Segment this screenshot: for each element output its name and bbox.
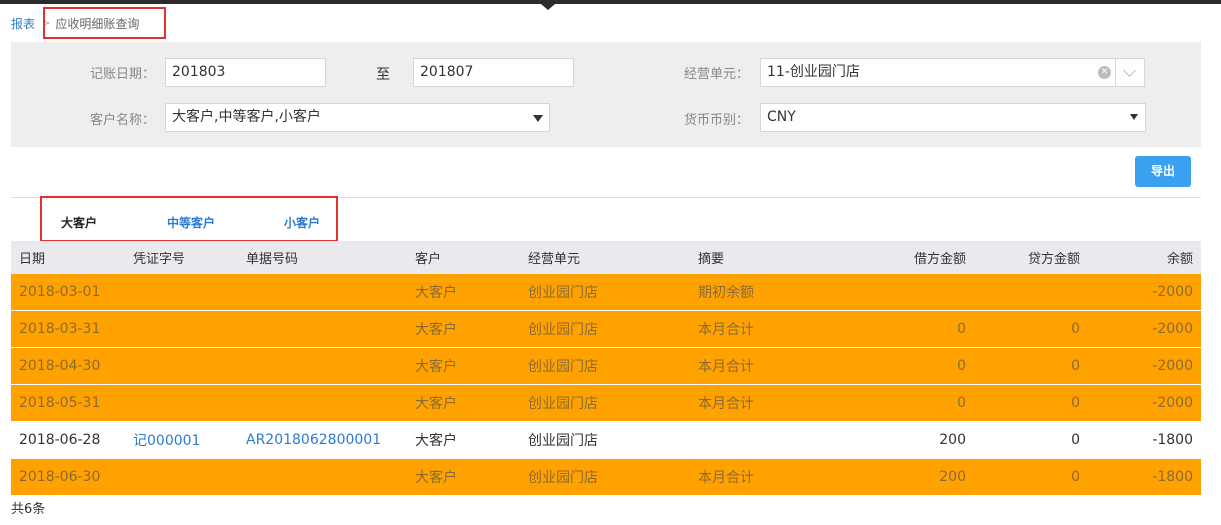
cell-business-unit: 创业园门店 [528, 285, 598, 301]
cell-summary: 本月合计 [698, 470, 754, 486]
cell-business-unit: 创业园门店 [528, 470, 598, 486]
cell-balance: -1800 [1152, 469, 1193, 485]
cell-balance: -2000 [1152, 321, 1193, 337]
unit-select[interactable]: 11-创业园门店 [760, 58, 1116, 87]
top-bar [0, 0, 1221, 10]
cell-date: 2018-05-31 [19, 395, 101, 411]
date-from-input[interactable]: 201803 [165, 58, 326, 87]
filter-panel: 记账日期： 201803 至 201807 经营单元： 11-创业园门店 ✕ 客… [11, 42, 1201, 147]
export-button[interactable]: 导出 [1135, 156, 1191, 187]
customer-label: 客户名称： [89, 113, 155, 128]
cell-debit [831, 274, 966, 310]
cell-summary: 期初余额 [698, 285, 754, 301]
cell-customer: 大客户 [415, 396, 457, 412]
annotation-box-tabs [40, 196, 338, 242]
cell-summary: 本月合计 [698, 396, 754, 412]
cell-business-unit: 创业园门店 [528, 433, 598, 449]
header-balance: 余额 [1166, 252, 1193, 267]
currency-dropdown-caret-icon[interactable] [1130, 114, 1138, 120]
cell-debit: 200 [939, 432, 966, 448]
header-customer: 客户 [415, 252, 442, 267]
unit-dropdown-button[interactable] [1115, 58, 1145, 87]
cell-balance: -2000 [1152, 358, 1193, 374]
cell-balance: -1800 [1152, 432, 1193, 448]
date-to-label: 至 [376, 67, 390, 83]
cell-customer: 大客户 [415, 470, 457, 486]
table-row: 2018-06-30 大客户 创业园门店 本月合计 200 0 -1800 [11, 459, 1201, 496]
cell-credit: 0 [1071, 469, 1080, 485]
table-header: 日期 凭证字号 单据号码 客户 经营单元 摘要 借方金额 贷方金额 余额 [11, 241, 1201, 274]
cell-credit: 0 [1071, 395, 1080, 411]
cell-business-unit: 创业园门店 [528, 359, 598, 375]
header-credit: 贷方金额 [1027, 252, 1080, 267]
cell-credit: 0 [1071, 321, 1080, 337]
currency-label: 货币币别： [683, 113, 749, 128]
cell-debit: 200 [939, 469, 966, 485]
cell-debit: 0 [957, 358, 966, 374]
cell-document-number-link[interactable]: AR2018062800001 [246, 422, 381, 458]
top-bar-notch [541, 4, 555, 10]
header-business-unit: 经营单元 [528, 252, 581, 267]
customer-select[interactable]: 大客户,中等客户,小客户 [165, 103, 550, 132]
table-row: 2018-05-31 大客户 创业园门店 本月合计 0 0 -2000 [11, 385, 1201, 422]
cell-customer: 大客户 [415, 322, 457, 338]
header-document-number: 单据号码 [246, 252, 299, 267]
header-debit: 借方金额 [913, 252, 966, 267]
table-row: 2018-06-28 记000001 AR2018062800001 大客户 创… [11, 422, 1201, 459]
chevron-down-icon [1123, 64, 1136, 77]
clear-icon[interactable]: ✕ [1098, 66, 1111, 79]
cell-date: 2018-03-31 [19, 321, 101, 337]
table-row: 2018-03-31 大客户 创业园门店 本月合计 0 0 -2000 [11, 311, 1201, 348]
cell-summary: 本月合计 [698, 359, 754, 375]
breadcrumb-root-link[interactable]: 报表 [11, 15, 35, 32]
cell-credit [966, 274, 1080, 310]
cell-business-unit: 创业园门店 [528, 322, 598, 338]
cell-credit: 0 [1071, 358, 1080, 374]
cell-customer: 大客户 [415, 359, 457, 375]
cell-debit: 0 [957, 395, 966, 411]
cell-voucher-link[interactable]: 记000001 [133, 422, 200, 458]
table-row: 2018-04-30 大客户 创业园门店 本月合计 0 0 -2000 [11, 348, 1201, 385]
cell-balance: -2000 [1152, 284, 1193, 300]
header-date: 日期 [19, 252, 46, 267]
header-voucher: 凭证字号 [133, 252, 186, 267]
cell-date: 2018-03-01 [19, 284, 101, 300]
cell-date: 2018-04-30 [19, 358, 101, 374]
cell-customer: 大客户 [415, 285, 457, 301]
currency-select[interactable]: CNY [760, 103, 1146, 132]
cell-summary: 本月合计 [698, 322, 754, 338]
customer-dropdown-caret-icon[interactable] [533, 115, 543, 122]
annotation-box-breadcrumb [43, 7, 166, 39]
cell-business-unit: 创业园门店 [528, 396, 598, 412]
date-label: 记账日期： [89, 67, 155, 82]
cell-debit: 0 [957, 321, 966, 337]
cell-balance: -2000 [1152, 395, 1193, 411]
ledger-table: 日期 凭证字号 单据号码 客户 经营单元 摘要 借方金额 贷方金额 余额 201… [11, 241, 1201, 496]
table-row: 2018-03-01 大客户 创业园门店 期初余额 -2000 [11, 274, 1201, 311]
cell-credit: 0 [1071, 432, 1080, 448]
cell-customer: 大客户 [415, 433, 457, 449]
date-to-input[interactable]: 201807 [413, 58, 574, 87]
unit-label: 经营单元： [683, 67, 749, 82]
header-summary: 摘要 [698, 252, 725, 267]
record-count: 共6条 [11, 502, 46, 517]
cell-date: 2018-06-30 [19, 469, 101, 485]
cell-date: 2018-06-28 [19, 432, 101, 448]
